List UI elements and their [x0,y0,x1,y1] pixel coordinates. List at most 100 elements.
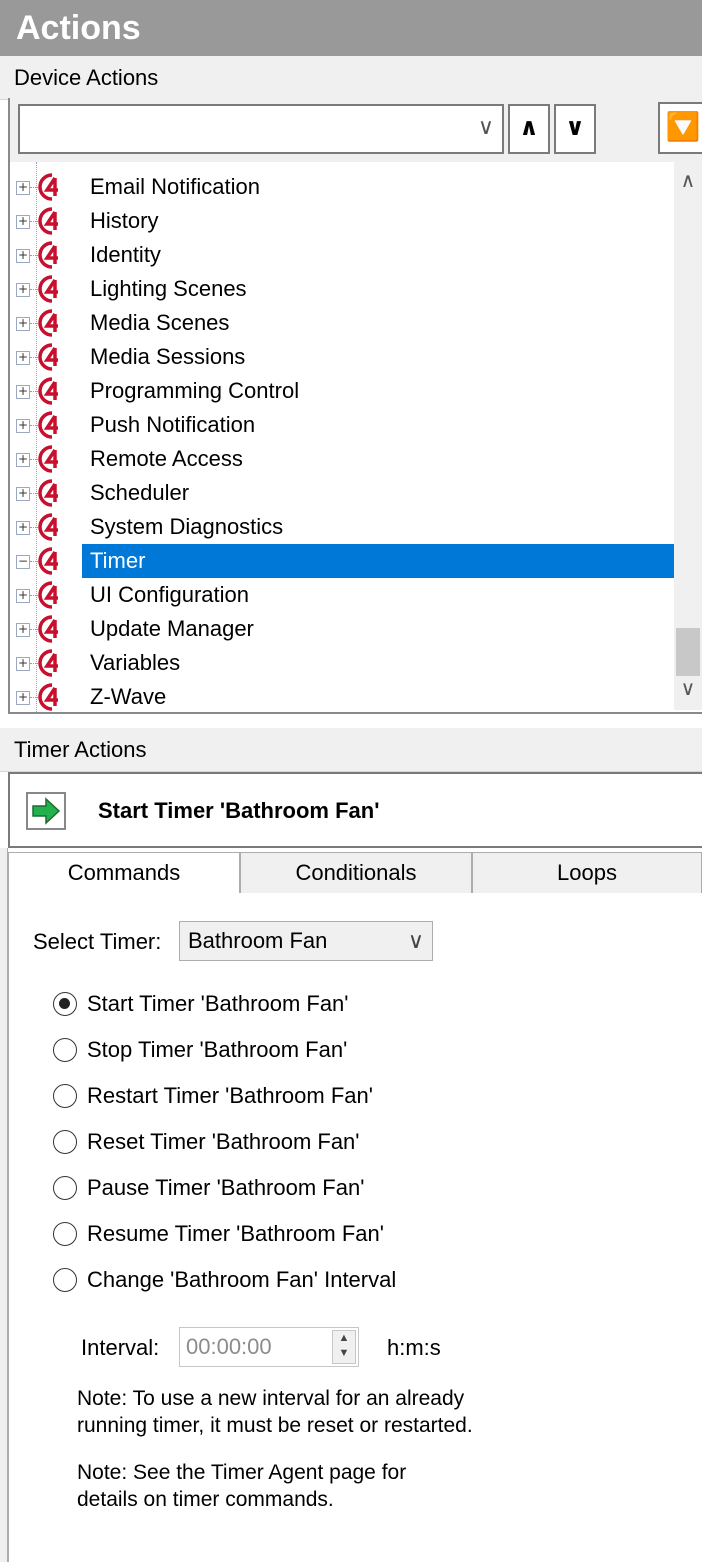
radio-button[interactable] [53,1176,77,1200]
expand-icon[interactable]: + [16,453,30,467]
row-highlight [82,204,680,238]
radio-dot [59,998,70,1009]
collapse-icon[interactable]: − [16,555,30,569]
tree-item-label: Push Notification [90,412,256,437]
tree-item[interactable]: − Timer [16,544,680,578]
row-highlight [82,238,680,272]
timer-select-value: Bathroom Fan [188,928,328,953]
chevron-up-icon: ∧ [519,114,539,141]
expand-icon[interactable]: + [16,385,30,399]
tree-item-label: Variables [90,650,181,675]
stepper-arrows-icon[interactable]: ▲ ▼ [332,1330,356,1364]
tree-item[interactable]: + Remote Access [16,442,676,476]
radio-button[interactable] [53,1084,77,1108]
previous-button[interactable]: ∧ [508,104,550,154]
row-highlight [82,680,680,712]
interval-stepper[interactable]: 00:00:00 ▲ ▼ [179,1327,359,1367]
commands-panel: Select Timer: Bathroom Fan ∨ Start Timer… [8,893,702,1562]
scroll-thumb[interactable] [676,628,700,676]
search-combo[interactable]: ∨ [18,104,504,154]
tab-loops[interactable]: Loops [472,852,702,894]
radio-button[interactable] [53,1268,77,1292]
tree-item[interactable]: + Media Scenes [16,306,676,340]
expand-icon[interactable]: + [16,521,30,535]
tree-item[interactable]: + Update Manager [16,612,676,646]
tree-item[interactable]: + Variables [16,646,676,680]
expand-icon[interactable]: + [16,283,30,297]
selected-action[interactable]: Start Timer 'Bathroom Fan' [8,772,702,848]
tab-strip: Commands Conditionals Loops [8,852,702,896]
control4-logo-icon [38,275,58,303]
tree-item[interactable]: + Push Notification [16,408,676,442]
tab-commands[interactable]: Commands [8,852,240,896]
tree-item-label: Scheduler [90,480,190,505]
selected-action-label: Start Timer 'Bathroom Fan' [98,798,380,823]
expand-icon[interactable]: + [16,249,30,263]
expand-icon[interactable]: + [16,589,30,603]
control4-logo-icon [38,649,58,677]
chevron-down-icon[interactable]: ∨ [478,114,494,140]
note-line: details on timer commands. [77,1488,334,1511]
radio-label: Restart Timer 'Bathroom Fan' [87,1083,373,1108]
timer-agent-note: Note: See the Timer Agent page for detai… [77,1459,406,1513]
control4-logo-icon [38,173,58,201]
expand-icon[interactable]: + [16,215,30,229]
tree-item[interactable]: + History [16,204,676,238]
radio-label: Resume Timer 'Bathroom Fan' [87,1221,384,1246]
tree-item-label: Update Manager [90,616,254,641]
interval-note: Note: To use a new interval for an alrea… [77,1385,473,1439]
expand-icon[interactable]: + [16,351,30,365]
expand-icon[interactable]: + [16,181,30,195]
tree-item[interactable]: + Identity [16,238,676,272]
expand-icon[interactable]: + [16,419,30,433]
select-timer-label: Select Timer: [33,929,162,954]
radio-button[interactable] [53,1222,77,1246]
tree-item[interactable]: + System Diagnostics [16,510,676,544]
tree-item[interactable]: + UI Configuration [16,578,676,612]
tree-item-label: System Diagnostics [90,514,284,539]
note-line: Note: To use a new interval for an alrea… [77,1387,465,1410]
timer-actions-header: Timer Actions [0,728,702,772]
expand-icon[interactable]: + [16,487,30,501]
tree-item[interactable]: + Programming Control [16,374,676,408]
radio-button[interactable] [53,1038,77,1062]
device-actions-tree[interactable]: + Email Notification + History + Identity + Lig… [8,162,702,714]
timer-select[interactable]: Bathroom Fan ∨ [179,921,433,961]
tree-item[interactable]: + Z-Wave [16,680,676,712]
next-button[interactable]: ∨ [554,104,596,154]
tree-item-label: Media Sessions [90,344,246,369]
scroll-down-icon[interactable]: ∨ [674,676,702,704]
radio-label: Change 'Bathroom Fan' Interval [87,1267,397,1292]
control4-logo-icon [38,309,58,337]
row-highlight [82,544,680,578]
go-arrow-icon [26,792,66,830]
expand-icon[interactable]: + [16,657,30,671]
tree-item[interactable]: + Scheduler [16,476,676,510]
control4-logo-icon [38,377,58,405]
note-line: running timer, it must be reset or resta… [77,1414,473,1437]
tree-item-label: Remote Access [90,446,243,471]
control4-logo-icon [38,207,58,235]
tree-item[interactable]: + Media Sessions [16,340,676,374]
expand-icon[interactable]: + [16,691,30,705]
radio-label: Pause Timer 'Bathroom Fan' [87,1175,365,1200]
tree-item-label: Media Scenes [90,310,230,335]
expand-icon[interactable]: + [16,317,30,331]
tree-item-label: Programming Control [90,378,300,403]
radio-button[interactable] [53,1130,77,1154]
tree-scrollbar[interactable]: ∧ ∨ [674,162,702,710]
note-line: Note: See the Timer Agent page for [77,1461,407,1484]
tree-item-label: Timer [90,548,146,573]
device-actions-header: Device Actions [0,56,702,100]
expand-icon[interactable]: + [16,623,30,637]
filter-button[interactable]: 🔽 [658,102,702,154]
tree-item[interactable]: + Email Notification [16,170,676,204]
tree-item-label: Email Notification [90,174,260,199]
control4-logo-icon [38,615,58,643]
radio-button[interactable] [53,992,77,1016]
scroll-up-icon[interactable]: ∧ [674,168,702,196]
tree-item-label: History [90,208,159,233]
tree-item[interactable]: + Lighting Scenes [16,272,676,306]
tab-conditionals[interactable]: Conditionals [240,852,472,894]
chevron-down-icon: ∨ [407,928,424,953]
